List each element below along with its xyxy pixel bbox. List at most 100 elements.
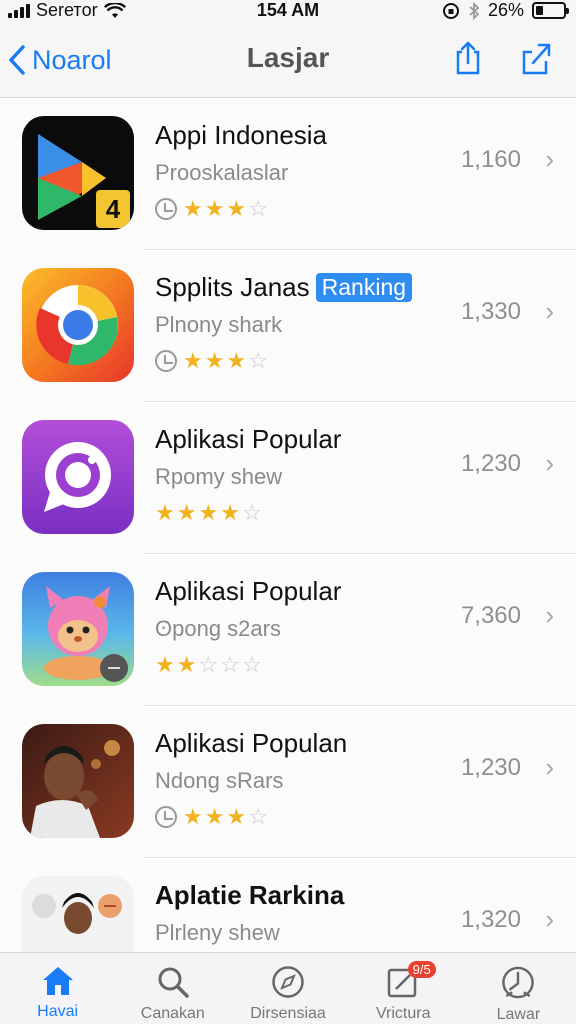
rating: ★ ★ ☆ ☆ ☆ xyxy=(155,652,262,678)
battery-level xyxy=(536,6,543,15)
app-name-text: Aplatie Rarkina xyxy=(155,880,345,910)
svg-text:4: 4 xyxy=(106,194,121,224)
app-name: Aplatie Rarkina xyxy=(155,880,344,911)
clock-icon xyxy=(155,198,177,220)
ranking-badge: Ranking xyxy=(315,273,413,302)
star-empty-icon: ☆ xyxy=(241,652,262,677)
chevron-right-icon: › xyxy=(545,296,554,326)
app-list: 4 Appi Indonesia Prooskalaslar ★ ★ ★ ☆ 1,16… xyxy=(0,98,576,952)
app-subtitle: Plnony shark xyxy=(155,312,283,337)
tab-label: Lawar xyxy=(496,1006,541,1023)
app-subtitle: Rpomy shew xyxy=(155,464,283,489)
app-subtitle: Prooskalaslar xyxy=(155,160,289,185)
tab-label: Dirsensiaa xyxy=(250,1005,326,1022)
tab-bar: Havai Canakan Dirsensiaa 9/5 Vrictura La… xyxy=(0,952,576,1024)
tab-label: Havai xyxy=(37,1003,79,1020)
app-count: 7,360 xyxy=(460,602,521,629)
share-button[interactable] xyxy=(448,38,488,78)
tab-label: Canakan xyxy=(140,1005,205,1022)
app-count: 1,230 xyxy=(460,450,521,477)
page-title: Lasjar xyxy=(246,42,330,73)
app-icon-cartoon xyxy=(22,572,134,686)
app-row[interactable]: Aplatie Rarkina Plrleny shew 1,320 › xyxy=(0,858,576,952)
star-icon: ★ xyxy=(183,196,203,221)
star-icon: ★ xyxy=(176,500,197,525)
star-icon: ★ xyxy=(198,500,219,525)
star-empty-icon: ☆ xyxy=(198,652,219,677)
star-icon: ★ xyxy=(220,500,240,525)
home-icon xyxy=(42,967,73,995)
app-name-text: Spplits Janas xyxy=(155,272,310,302)
search-icon xyxy=(158,967,189,998)
app-icon-photo xyxy=(22,724,134,838)
tab-havai[interactable]: Havai xyxy=(0,953,115,1024)
star-icon: ★ xyxy=(226,348,247,373)
app-name-text: Aplikasi Popular xyxy=(155,576,342,606)
app-count: 1,230 xyxy=(460,754,521,781)
star-empty-icon: ☆ xyxy=(248,196,268,221)
star-icon: ★ xyxy=(183,348,203,373)
app-row[interactable]: 4 Appi Indonesia Prooskalaslar ★ ★ ★ ☆ 1,16… xyxy=(0,98,576,250)
star-icon: ★ xyxy=(155,652,175,677)
rating: ★ ★ ★ ☆ xyxy=(155,348,268,374)
star-icon: ★ xyxy=(155,500,175,525)
app-row[interactable]: Aplikasi Popular Rpomy shew ★ ★ ★ ★ ☆ 1,230 … xyxy=(0,402,576,554)
app-name: Aplikasi Popular xyxy=(155,424,341,455)
app-icon-people xyxy=(22,876,134,952)
app-count: 1,330 xyxy=(460,298,521,325)
notification-badge: 9/5 xyxy=(407,961,436,978)
tab-dirsensiaa[interactable]: Dirsensiaa xyxy=(230,953,345,1024)
app-name: Spplits Janas Ranking xyxy=(155,272,413,303)
chevron-right-icon: › xyxy=(545,448,554,478)
app-count: 1,320 xyxy=(460,906,521,933)
app-icon-chrome xyxy=(22,268,134,382)
app-count: 1,160 xyxy=(460,146,521,173)
clock-icon xyxy=(502,966,535,999)
chevron-right-icon: › xyxy=(545,144,554,174)
app-icon-play: 4 xyxy=(22,116,134,230)
tab-lawar[interactable]: Lawar xyxy=(461,953,576,1024)
export-button[interactable] xyxy=(516,38,556,78)
app-name-text: Aplikasi Popular xyxy=(155,424,342,454)
status-bar: Serетor 154 AM 26% xyxy=(0,0,576,22)
star-icon: ★ xyxy=(176,652,197,677)
navigation-bar: Noarol Lasjar xyxy=(0,22,576,98)
app-name-text: Appi Indonesia xyxy=(155,120,328,150)
chevron-right-icon: › xyxy=(545,904,554,934)
star-empty-icon: ☆ xyxy=(248,804,268,829)
star-icon: ★ xyxy=(204,348,225,373)
clock-icon xyxy=(155,806,177,828)
app-name: Aplikasi Populan xyxy=(155,728,347,759)
star-empty-icon: ☆ xyxy=(220,652,240,677)
chevron-right-icon: › xyxy=(545,752,554,782)
app-row[interactable]: Aplikasi Popular ʘpong s2ars ★ ★ ☆ ☆ ☆ 7,360… xyxy=(0,554,576,706)
compass-icon xyxy=(272,966,304,998)
app-name: Appi Indonesia xyxy=(155,120,327,151)
battery-icon xyxy=(532,2,569,19)
rating: ★ ★ ★ ☆ xyxy=(155,804,268,830)
app-subtitle: Ndong sRars xyxy=(155,768,284,793)
chevron-right-icon: › xyxy=(545,600,554,630)
phone-screen: Serетor 154 AM 26% Noarol Lasjar 4 Appi … xyxy=(0,0,576,1024)
app-row[interactable]: Spplits Janas Ranking Plnony shark ★ ★ ★ ☆ 1… xyxy=(0,250,576,402)
bluetooth-icon xyxy=(469,1,480,20)
star-icon: ★ xyxy=(204,804,225,829)
rating: ★ ★ ★ ☆ xyxy=(155,196,268,222)
status-right: 26% xyxy=(442,0,569,21)
battery-percent: 26% xyxy=(487,0,524,20)
star-icon: ★ xyxy=(204,196,225,221)
app-icon-messenger xyxy=(22,420,134,534)
app-subtitle: ʘpong s2ars xyxy=(155,616,281,641)
tab-vrictura[interactable]: 9/5 Vrictura xyxy=(346,953,461,1024)
clock-icon xyxy=(155,350,177,372)
star-icon: ★ xyxy=(226,196,247,221)
share-icon xyxy=(456,41,480,75)
tab-canakan[interactable]: Canakan xyxy=(115,953,230,1024)
app-name-text: Aplikasi Populan xyxy=(155,728,348,758)
app-subtitle: Plrleny shew xyxy=(155,920,280,945)
star-icon: ★ xyxy=(226,804,247,829)
star-empty-icon: ☆ xyxy=(248,348,268,373)
app-row[interactable]: Aplikasi Populan Ndong sRars ★ ★ ★ ☆ 1,230 … xyxy=(0,706,576,858)
star-icon: ★ xyxy=(183,804,203,829)
app-name: Aplikasi Popular xyxy=(155,576,341,607)
